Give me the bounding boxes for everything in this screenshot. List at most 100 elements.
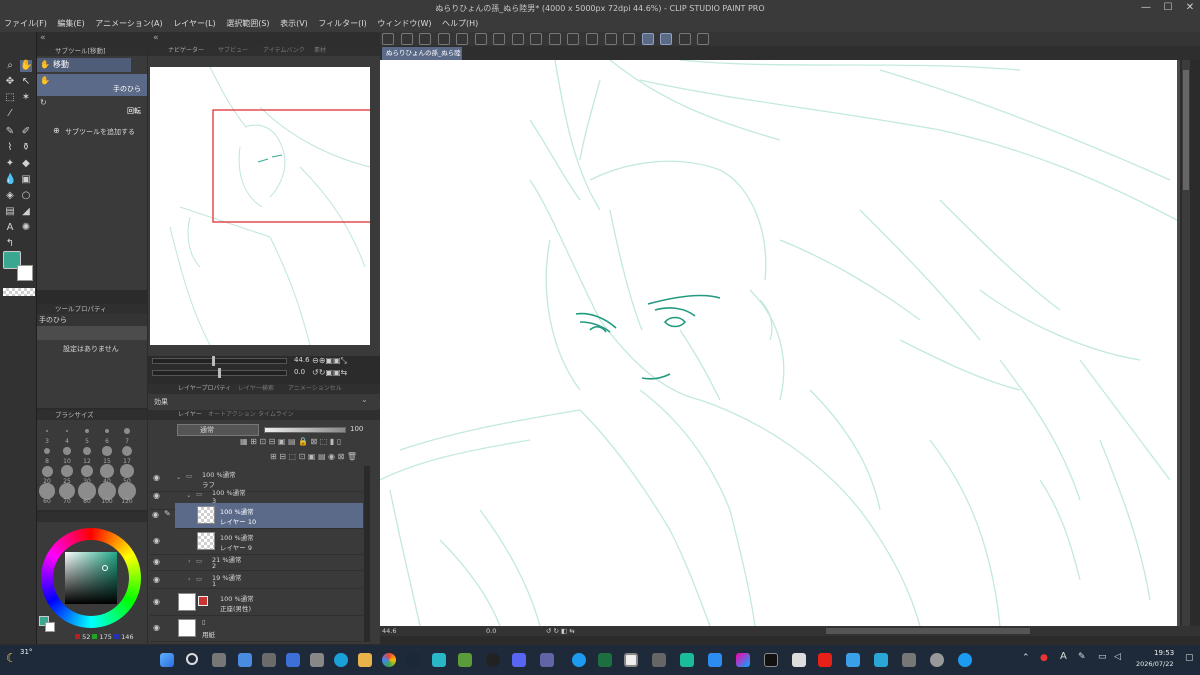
correct-line-icon[interactable]: ↰: [4, 238, 16, 250]
brush-size-dot[interactable]: [121, 445, 133, 457]
fill-icon[interactable]: ▣: [20, 174, 32, 186]
app-icon[interactable]: [708, 653, 722, 667]
eye-icon[interactable]: ◉: [153, 624, 161, 632]
task-view-icon[interactable]: [212, 653, 226, 667]
toolbar-button[interactable]: [511, 33, 524, 45]
monitor-icon[interactable]: ▭: [1098, 652, 1107, 662]
blend-icon[interactable]: 💧: [4, 174, 16, 186]
undo-icon[interactable]: [474, 33, 487, 45]
app-icon[interactable]: [262, 653, 276, 667]
volume-icon[interactable]: ◁: [1114, 652, 1121, 662]
microphone-icon[interactable]: ●: [1040, 653, 1048, 663]
layer-row[interactable]: ◉ 100 %通常 正座(男性): [150, 590, 363, 616]
tab-navigator[interactable]: ナビゲーター: [168, 46, 204, 56]
layer-row[interactable]: ◉ 100 %通常 レイヤー 9: [150, 529, 363, 555]
minimize-icon[interactable]: —: [1140, 2, 1152, 14]
chevron-right-icon[interactable]: ›: [188, 557, 191, 565]
pen-icon[interactable]: ✎: [1078, 652, 1086, 662]
decoration-icon[interactable]: ✦: [4, 158, 16, 170]
steam-icon[interactable]: [406, 653, 420, 667]
rotate-buttons[interactable]: ↺↻▣▣⇆: [312, 368, 347, 377]
layer-scrollbar[interactable]: [364, 466, 370, 642]
close-icon[interactable]: ✕: [1184, 2, 1196, 14]
chevron-right-icon[interactable]: ›: [188, 575, 191, 583]
eye-icon[interactable]: ◉: [153, 598, 161, 606]
discord-icon[interactable]: [512, 653, 526, 667]
subtool-item-hand[interactable]: ✋ 手のひら: [37, 74, 147, 96]
navigator-preview[interactable]: [150, 66, 374, 346]
menu-edit[interactable]: 編集(E): [53, 16, 88, 32]
menu-filter[interactable]: フィルター(I): [314, 16, 370, 32]
layer-row[interactable]: ◉ › ▭ 21 %通常 2: [150, 553, 363, 571]
sub-color-swatch[interactable]: [17, 265, 33, 281]
eyedropper-icon[interactable]: ⁄: [4, 108, 16, 120]
brush-size-dot[interactable]: [61, 465, 73, 477]
toolbar-button[interactable]: [586, 33, 599, 45]
twitter-icon[interactable]: [958, 653, 972, 667]
saturation-square[interactable]: [65, 552, 117, 604]
opacity-slider[interactable]: [264, 427, 346, 433]
app-icon[interactable]: [874, 653, 888, 667]
brush-icon[interactable]: ⌇: [4, 142, 16, 154]
color-picker-cursor[interactable]: [102, 565, 108, 571]
document-tab[interactable]: ぬらりひょんの孫_ぬら陸男* ×: [382, 47, 462, 70]
zoom-slider[interactable]: [152, 358, 287, 364]
brush-size-dot[interactable]: [39, 483, 55, 499]
blend-mode-select[interactable]: 通常: [177, 424, 259, 436]
toolbar-button[interactable]: [382, 33, 394, 45]
start-icon[interactable]: [160, 653, 174, 667]
chrome-icon[interactable]: [382, 653, 396, 667]
notification-icon[interactable]: ▢: [1185, 653, 1194, 663]
eye-icon[interactable]: ◉: [153, 576, 161, 584]
gradient-icon[interactable]: ◈: [4, 190, 16, 202]
scroll-thumb[interactable]: [1183, 70, 1189, 190]
brush-size-dot[interactable]: [65, 429, 69, 433]
hand-icon[interactable]: ✋: [20, 60, 32, 72]
brush-size-dot[interactable]: [104, 428, 110, 434]
collapse-icon[interactable]: «: [40, 33, 46, 43]
maximize-icon[interactable]: ☐: [1162, 2, 1174, 14]
wand-icon[interactable]: ✶: [20, 92, 32, 104]
brush-size-dot[interactable]: [80, 464, 94, 478]
tab-layer-search[interactable]: レイヤー検索: [238, 384, 274, 394]
brush-size-dot[interactable]: [63, 447, 71, 455]
move-icon[interactable]: ✥: [4, 76, 16, 88]
layer-option-icons[interactable]: ▦ ⊞ ⊡ ⊟ ▣ ▤ 🔒 ⊠ ⬚ ▮ ▯: [240, 437, 341, 446]
object-icon[interactable]: ↖: [20, 76, 32, 88]
eye-icon[interactable]: ◉: [153, 558, 161, 566]
clock-date[interactable]: 2026/07/22: [1136, 660, 1173, 668]
toolbar-button[interactable]: [660, 33, 673, 45]
search-icon[interactable]: [186, 653, 198, 665]
youtube-icon[interactable]: [818, 653, 832, 667]
weather-icon[interactable]: ☾: [6, 651, 17, 665]
app-icon[interactable]: [930, 653, 944, 667]
toolbar-button[interactable]: [456, 33, 469, 45]
eye-icon[interactable]: ◉: [153, 537, 161, 545]
chevron-down-icon[interactable]: ⌄: [361, 395, 368, 404]
copilot-icon[interactable]: [736, 653, 750, 667]
clock-time[interactable]: 19:53: [1154, 649, 1174, 657]
toolbar-button[interactable]: [419, 33, 432, 45]
brush-size-dot[interactable]: [46, 430, 48, 432]
excel-icon[interactable]: [598, 653, 612, 667]
teams-icon[interactable]: [540, 653, 554, 667]
rotation-slider-thumb[interactable]: [218, 368, 221, 378]
app-icon[interactable]: [846, 653, 860, 667]
app-icon[interactable]: [652, 653, 666, 667]
brush-size-dot[interactable]: [41, 465, 53, 477]
canvas-vertical-scrollbar[interactable]: [1182, 60, 1190, 626]
toolbar-button[interactable]: [623, 33, 636, 45]
selection-icon[interactable]: ⬚: [4, 92, 16, 104]
app-icon[interactable]: [902, 653, 916, 667]
figure-icon[interactable]: ○: [20, 190, 32, 202]
transparent-color-swatch[interactable]: [3, 288, 35, 296]
ime-indicator[interactable]: A: [1060, 651, 1067, 662]
folder-icon[interactable]: [358, 653, 372, 667]
zoom-slider-thumb[interactable]: [212, 356, 215, 366]
tab-animation-cel[interactable]: アニメーションセル: [288, 384, 342, 394]
brush-size-dot[interactable]: [100, 464, 114, 478]
chevron-up-icon[interactable]: ⌃: [1022, 653, 1030, 663]
collapse-icon[interactable]: «: [153, 33, 159, 43]
brush-size-dot[interactable]: [58, 482, 76, 500]
app-icon[interactable]: [286, 653, 300, 667]
